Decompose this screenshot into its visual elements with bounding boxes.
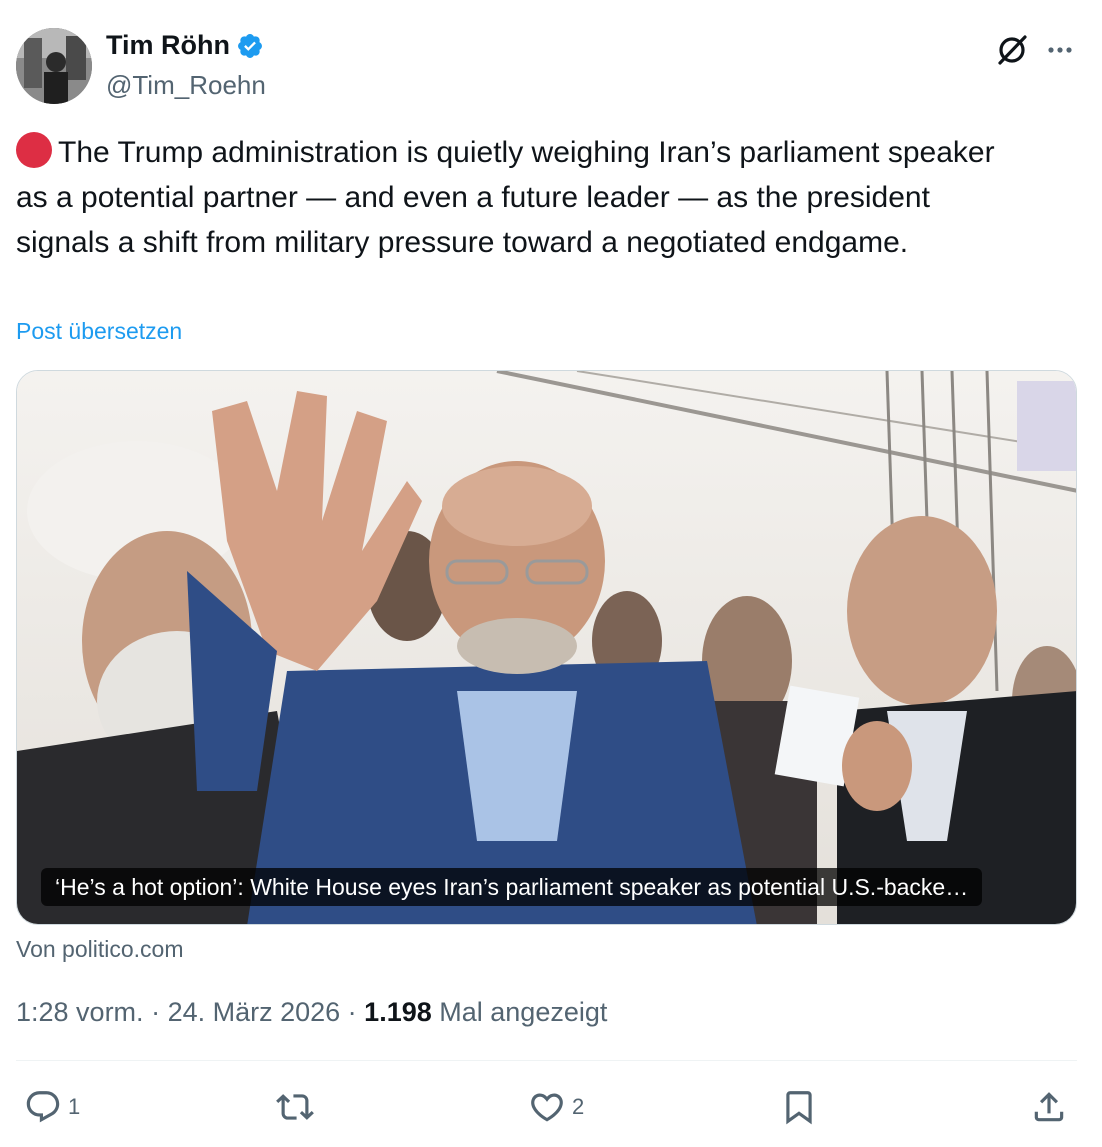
user-handle[interactable]: @Tim_Roehn bbox=[106, 70, 266, 101]
tweet-meta: 1:28 vorm. · 24. März 2026 · 1.198 Mal a… bbox=[16, 997, 607, 1028]
reply-button[interactable]: 1 bbox=[24, 1088, 80, 1126]
bookmark-button[interactable] bbox=[780, 1088, 818, 1126]
reply-count: 1 bbox=[68, 1094, 81, 1119]
tweet-header: Tim Röhn @Tim_Roehn bbox=[16, 28, 1086, 104]
verified-badge-icon[interactable] bbox=[236, 32, 264, 60]
display-name[interactable]: Tim Röhn bbox=[106, 30, 230, 61]
views-count: 1.198 bbox=[364, 997, 432, 1027]
like-button[interactable]: 2 bbox=[528, 1088, 584, 1126]
red-circle-emoji-icon bbox=[16, 132, 52, 168]
like-count: 2 bbox=[572, 1094, 585, 1119]
tweet-body: The Trump administration is quietly weig… bbox=[16, 136, 995, 259]
card-caption[interactable]: ‘He’s a hot option’: White House eyes Ir… bbox=[41, 868, 983, 906]
divider bbox=[16, 1060, 1077, 1061]
tweet-date[interactable]: 24. März 2026 bbox=[168, 997, 341, 1027]
share-icon bbox=[1034, 1092, 1064, 1122]
tweet-time[interactable]: 1:28 vorm. bbox=[16, 997, 144, 1027]
tweet-text: The Trump administration is quietly weig… bbox=[16, 130, 1016, 265]
meta-separator: · bbox=[340, 997, 365, 1027]
repost-button[interactable] bbox=[276, 1088, 320, 1126]
action-bar: 1 2 bbox=[0, 1078, 1102, 1138]
grok-icon[interactable] bbox=[994, 32, 1030, 68]
card-image[interactable] bbox=[17, 371, 1077, 925]
reply-icon bbox=[26, 1091, 60, 1123]
translate-link[interactable]: Post übersetzen bbox=[16, 318, 182, 345]
share-button[interactable] bbox=[1030, 1088, 1068, 1126]
avatar[interactable] bbox=[16, 28, 92, 104]
heart-icon bbox=[531, 1093, 563, 1122]
meta-separator: · bbox=[143, 997, 168, 1027]
link-card[interactable]: ‘He’s a hot option’: White House eyes Ir… bbox=[16, 370, 1077, 925]
bookmark-icon bbox=[786, 1091, 812, 1125]
views-label: Mal angezeigt bbox=[439, 997, 608, 1027]
name-row: Tim Röhn bbox=[106, 30, 264, 61]
repost-icon bbox=[276, 1094, 314, 1120]
card-source[interactable]: Von politico.com bbox=[16, 936, 183, 963]
more-icon[interactable] bbox=[1042, 32, 1078, 68]
